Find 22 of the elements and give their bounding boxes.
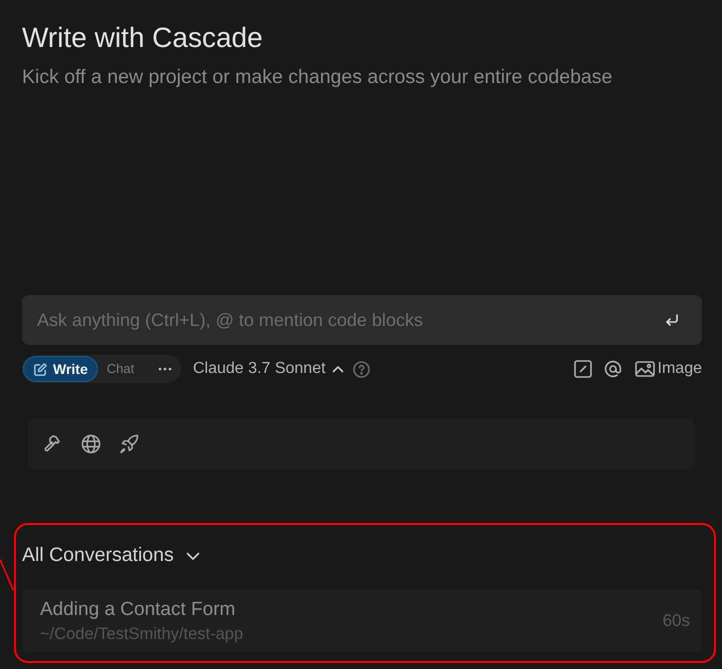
enter-icon[interactable]: [664, 312, 680, 328]
page-subtitle: Kick off a new project or make changes across your entire codebase: [22, 65, 612, 89]
page-title: Write with Cascade: [22, 21, 263, 55]
image-button[interactable]: Image: [634, 357, 702, 381]
model-selector[interactable]: Claude 3.7 Sonnet: [193, 357, 344, 381]
globe-icon[interactable]: [81, 434, 101, 454]
pencil-icon: [33, 362, 48, 376]
chat-input[interactable]: Ask anything (Ctrl+L), @ to mention code blocks: [22, 295, 702, 345]
conversation-title: Adding a Contact Form: [40, 598, 236, 620]
image-icon: [634, 361, 655, 377]
edit-square-icon[interactable]: [574, 360, 592, 378]
mode-tab[interactable]: Write: [23, 356, 98, 382]
chevron-down-icon: [186, 552, 200, 560]
chevron-up-icon: [332, 365, 344, 373]
at-sign-icon[interactable]: [604, 360, 622, 378]
mode-tab[interactable]: Chat: [98, 356, 144, 382]
rocket-icon[interactable]: [119, 434, 139, 454]
leader-line: [0, 559, 14, 591]
more-icon[interactable]: [158, 367, 172, 371]
conversations-filter[interactable]: All Conversations: [22, 543, 200, 569]
help-icon[interactable]: [352, 360, 370, 378]
conversation-time: 60s: [662, 610, 690, 632]
